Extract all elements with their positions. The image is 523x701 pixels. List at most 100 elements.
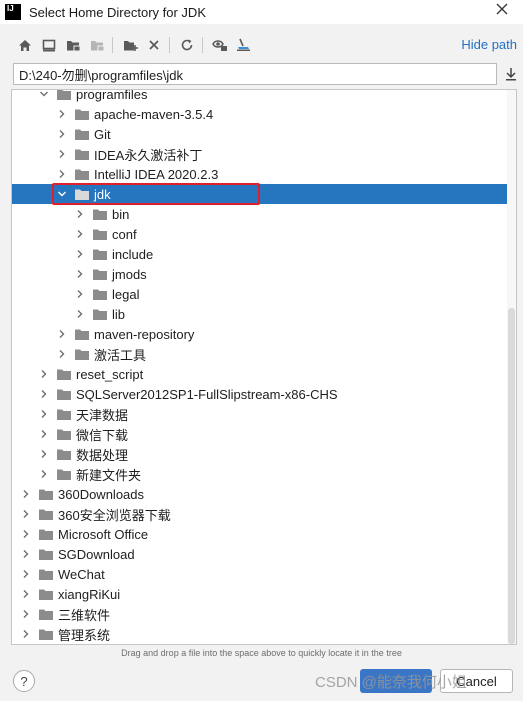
folder-icon	[74, 168, 90, 181]
home-icon	[19, 39, 31, 51]
ok-button[interactable]: OK	[360, 669, 432, 693]
tree-row[interactable]: apache-maven-3.5.4	[12, 104, 516, 124]
chevron-right-icon[interactable]	[21, 489, 31, 499]
folder-icon	[74, 348, 90, 361]
module-folder-icon	[90, 40, 104, 51]
tree-row-label: xiangRiKui	[58, 586, 121, 602]
tree-row-label: reset_script	[76, 366, 144, 382]
tree-row[interactable]: lib	[12, 304, 516, 324]
path-row	[13, 63, 523, 87]
tree-row[interactable]: maven-repository	[12, 324, 516, 344]
tree-row[interactable]: 激活工具	[12, 344, 516, 364]
chevron-right-icon[interactable]	[57, 329, 67, 339]
chevron-right-icon[interactable]	[75, 289, 85, 299]
folder-icon	[74, 108, 90, 121]
tree-row[interactable]: reset_script	[12, 364, 516, 384]
chevron-right-icon[interactable]	[39, 389, 49, 399]
tree-row[interactable]: 360Downloads	[12, 484, 516, 504]
tree-row[interactable]: 微信下载	[12, 424, 516, 444]
tree-row-label: 三维软件	[58, 607, 111, 623]
folder-icon	[92, 208, 108, 221]
tree-row[interactable]: programfiles	[12, 90, 516, 104]
path-history-button[interactable]	[504, 66, 518, 82]
tree-row[interactable]: 天津数据	[12, 404, 516, 424]
folder-icon	[92, 228, 108, 241]
path-input[interactable]	[13, 63, 497, 85]
help-button[interactable]: ?	[13, 670, 35, 692]
tree-row-label: conf	[112, 226, 137, 242]
chevron-right-icon[interactable]	[39, 409, 49, 419]
tree-row[interactable]: 管理系统	[12, 624, 516, 644]
tree-row-label: 激活工具	[94, 347, 147, 363]
cancel-button[interactable]: Cancel	[440, 669, 513, 693]
chevron-right-icon[interactable]	[21, 629, 31, 639]
folder-icon	[38, 588, 54, 601]
chevron-right-icon[interactable]	[75, 309, 85, 319]
chevron-right-icon[interactable]	[21, 549, 31, 559]
chevron-right-icon[interactable]	[39, 369, 49, 379]
chevron-right-icon[interactable]	[75, 209, 85, 219]
download-arrow-icon	[506, 68, 516, 81]
file-tree[interactable]: programfiles apache-maven-3.5.4 Git IDEA永久激…	[11, 89, 517, 645]
chevron-right-icon[interactable]	[57, 169, 67, 179]
close-button[interactable]	[493, 2, 511, 20]
chevron-right-icon[interactable]	[75, 269, 85, 279]
new-folder-button[interactable]	[119, 34, 141, 56]
home-button[interactable]	[14, 34, 36, 56]
desktop-button[interactable]	[38, 34, 60, 56]
chevron-right-icon[interactable]	[39, 429, 49, 439]
tree-row[interactable]: legal	[12, 284, 516, 304]
tree-scrollbar-track[interactable]	[507, 90, 516, 644]
toolbar: Hide path	[0, 34, 523, 56]
chevron-right-icon[interactable]	[57, 109, 67, 119]
chevron-right-icon[interactable]	[21, 529, 31, 539]
tree-row[interactable]: IDEA永久激活补丁	[12, 144, 516, 164]
chevron-right-icon[interactable]	[57, 129, 67, 139]
tree-row[interactable]: Microsoft Office	[12, 524, 516, 544]
chevron-right-icon[interactable]	[39, 469, 49, 479]
tree-row[interactable]: xiangRiKui	[12, 584, 516, 604]
tree-row[interactable]: WeChat	[12, 564, 516, 584]
chevron-right-icon[interactable]	[75, 229, 85, 239]
toolbar-separator	[112, 37, 113, 53]
chevron-right-icon[interactable]	[21, 609, 31, 619]
tree-row-label: legal	[112, 286, 140, 302]
chevron-right-icon[interactable]	[57, 149, 67, 159]
tree-row[interactable]: include	[12, 244, 516, 264]
tree-scrollbar-thumb[interactable]	[508, 308, 515, 644]
tree-row-label: jmods	[112, 266, 147, 282]
folder-icon	[56, 388, 72, 401]
tree-row[interactable]: IntelliJ IDEA 2020.2.3	[12, 164, 516, 184]
tree-row[interactable]: conf	[12, 224, 516, 244]
tree-row[interactable]: Git	[12, 124, 516, 144]
delete-button[interactable]	[143, 34, 165, 56]
project-directory-button[interactable]	[62, 34, 84, 56]
refresh-button[interactable]	[176, 34, 198, 56]
tree-row[interactable]: jmods	[12, 264, 516, 284]
tree-row[interactable]: 数据处理	[12, 444, 516, 464]
chevron-right-icon[interactable]	[39, 449, 49, 459]
show-hidden-files-button[interactable]	[209, 34, 231, 56]
tree-row[interactable]: jdk	[12, 184, 516, 204]
hide-path-link[interactable]: Hide path	[461, 37, 517, 52]
tree-row-label: apache-maven-3.5.4	[94, 106, 214, 122]
tree-row-label: 管理系统	[58, 627, 111, 643]
tree-row[interactable]: bin	[12, 204, 516, 224]
chevron-down-icon[interactable]	[57, 189, 67, 199]
tree-row[interactable]: 新建文件夹	[12, 464, 516, 484]
tree-row[interactable]: 三维软件	[12, 604, 516, 624]
chevron-right-icon[interactable]	[75, 249, 85, 259]
tree-row[interactable]: 360安全浏览器下载	[12, 504, 516, 524]
lambda-button[interactable]	[233, 34, 255, 56]
chevron-right-icon[interactable]	[21, 589, 31, 599]
tree-row[interactable]: SGDownload	[12, 544, 516, 564]
tree-row[interactable]: SQLServer2012SP1-FullSlipstream-x86-CHS	[12, 384, 516, 404]
module-directory-button[interactable]	[86, 34, 108, 56]
chevron-right-icon[interactable]	[57, 349, 67, 359]
folder-icon	[92, 268, 108, 281]
project-folder-icon	[66, 40, 80, 51]
chevron-right-icon[interactable]	[21, 509, 31, 519]
tree-row-label: maven-repository	[94, 326, 195, 342]
chevron-right-icon[interactable]	[21, 569, 31, 579]
chevron-down-icon[interactable]	[39, 90, 49, 99]
